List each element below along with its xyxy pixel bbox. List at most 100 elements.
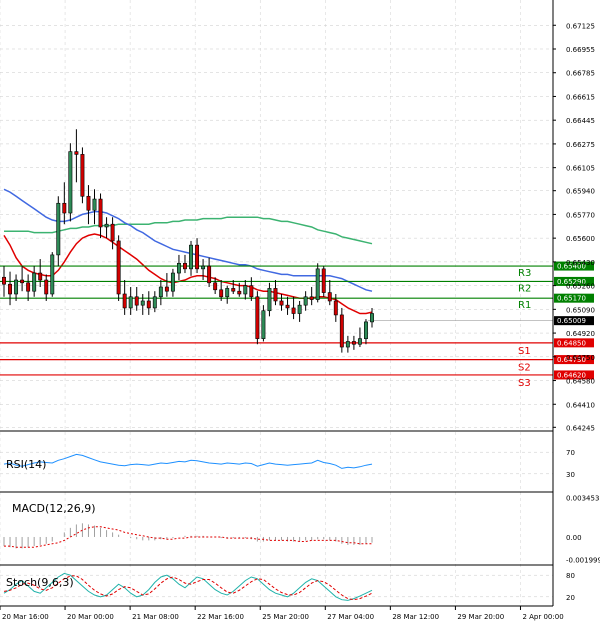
candle-bullish xyxy=(303,296,308,306)
candle-bearish xyxy=(38,272,43,281)
candle-bearish xyxy=(195,244,200,270)
pivot-label-r3: R3 xyxy=(518,268,531,279)
price-tick-label: 0.65940 xyxy=(566,188,595,196)
candle-bullish xyxy=(104,223,109,228)
candle-bearish xyxy=(80,154,85,197)
price-tick-label: 0.66445 xyxy=(566,117,595,125)
chart-root: R30.65400R20.65290R10.65170S10.64850S20.… xyxy=(0,0,600,622)
candle-bullish xyxy=(170,272,175,292)
price-tick-label: 0.64245 xyxy=(566,424,595,432)
candle-bearish xyxy=(237,290,242,295)
candle-bullish xyxy=(14,279,19,295)
stoch-label: Stoch(9,6,3) xyxy=(6,576,74,589)
time-tick-label: 21 Mar 08:00 xyxy=(132,613,179,621)
candle-bullish xyxy=(92,198,97,211)
price-tick-label: 0.66615 xyxy=(566,93,595,101)
candle-bullish xyxy=(357,338,362,345)
pivot-label-r1: R1 xyxy=(518,300,531,311)
price-tick-label: 0.64580 xyxy=(566,378,595,386)
candle-bearish xyxy=(134,296,139,306)
candle-bullish xyxy=(297,304,302,314)
candle-bullish xyxy=(364,321,368,339)
price-tick-label: 0.64410 xyxy=(566,401,595,409)
candle-bearish xyxy=(86,195,91,211)
price-tick-label: 0.66785 xyxy=(566,70,595,78)
price-tag-r1: 0.65170 xyxy=(557,295,586,303)
candle-bearish xyxy=(207,265,212,284)
candle-bearish xyxy=(249,285,254,298)
price-tick-label: 0.66275 xyxy=(566,141,595,149)
candle-bullish xyxy=(267,288,272,312)
candle-bearish xyxy=(116,240,121,295)
price-tick-label: 0.65260 xyxy=(566,283,595,291)
candle-bearish xyxy=(309,296,314,300)
rsi-axis-label: 30 xyxy=(566,471,575,479)
candle-bullish xyxy=(68,151,73,214)
price-tag-s1: 0.64850 xyxy=(557,339,586,347)
candle-bearish xyxy=(110,223,115,242)
candle-bearish xyxy=(279,300,284,306)
candle-bullish xyxy=(32,272,37,292)
time-tick-label: 25 Mar 20:00 xyxy=(262,613,309,621)
time-tick-label: 22 Mar 16:00 xyxy=(197,613,244,621)
time-tick-label: 20 Mar 16:00 xyxy=(2,613,49,621)
candle-bullish xyxy=(56,202,61,256)
price-tick-label: 0.64920 xyxy=(566,330,595,338)
price-tick-label: 0.64750 xyxy=(566,354,595,362)
time-tick-label: 2 Apr 00:00 xyxy=(522,613,563,621)
macd-label: MACD(12,26,9) xyxy=(12,502,96,515)
stoch-axis-label: 20 xyxy=(566,594,575,602)
candle-bearish xyxy=(20,279,25,284)
candle-bearish xyxy=(333,300,338,316)
candle-bullish xyxy=(158,286,163,298)
pivot-label-s1: S1 xyxy=(518,346,531,357)
current-price-tag: 0.65009 xyxy=(557,317,586,325)
candle-bearish xyxy=(183,262,187,270)
rsi-axis-label: 70 xyxy=(566,449,575,457)
candle-bearish xyxy=(327,292,332,302)
macd-axis-label: 0.003453 xyxy=(566,495,599,503)
candle-bearish xyxy=(291,307,296,314)
time-tick-label: 27 Mar 04:00 xyxy=(327,613,374,621)
time-tick-label: 29 Mar 20:00 xyxy=(457,613,504,621)
candle-bullish xyxy=(243,285,248,295)
price-tick-label: 0.67125 xyxy=(566,22,595,30)
candle-bearish xyxy=(285,304,290,309)
stoch-axis-label: 80 xyxy=(566,572,575,580)
candle-bearish xyxy=(74,151,79,155)
price-tick-label: 0.65600 xyxy=(566,235,595,243)
candle-bearish xyxy=(62,202,67,214)
time-tick-label: 28 Mar 12:00 xyxy=(392,613,439,621)
candle-bearish xyxy=(273,288,278,302)
candle-bullish xyxy=(315,268,320,300)
price-tick-label: 0.66955 xyxy=(566,46,595,54)
candle-bullish xyxy=(50,254,55,295)
pivot-label-s2: S2 xyxy=(518,363,531,374)
candle-bearish xyxy=(26,282,31,292)
candle-bullish xyxy=(128,296,133,309)
candle-bullish xyxy=(176,262,181,274)
candle-bearish xyxy=(98,198,103,228)
candle-bullish xyxy=(225,288,230,298)
candle-bearish xyxy=(339,314,344,348)
candle-bearish xyxy=(321,268,326,293)
pivot-label-s3: S3 xyxy=(518,378,531,389)
price-tick-label: 0.65770 xyxy=(566,211,595,219)
candle-bearish xyxy=(351,341,356,345)
candle-bearish xyxy=(255,296,260,339)
candle-bearish xyxy=(122,293,127,309)
candle-bearish xyxy=(164,286,169,292)
candle-bearish xyxy=(213,282,218,291)
candle-bullish xyxy=(370,313,374,323)
candle-bullish xyxy=(201,265,206,270)
pivot-label-r2: R2 xyxy=(518,283,531,294)
candle-bullish xyxy=(345,341,350,348)
candle-bearish xyxy=(8,283,12,295)
price-tick-label: 0.65090 xyxy=(566,306,595,314)
rsi-label: RSI(14) xyxy=(6,458,46,471)
candle-bearish xyxy=(146,300,151,309)
candle-bearish xyxy=(44,279,49,295)
candle-bullish xyxy=(140,300,145,306)
time-tick-label: 20 Mar 00:00 xyxy=(67,613,114,621)
candle-bearish xyxy=(2,276,6,285)
